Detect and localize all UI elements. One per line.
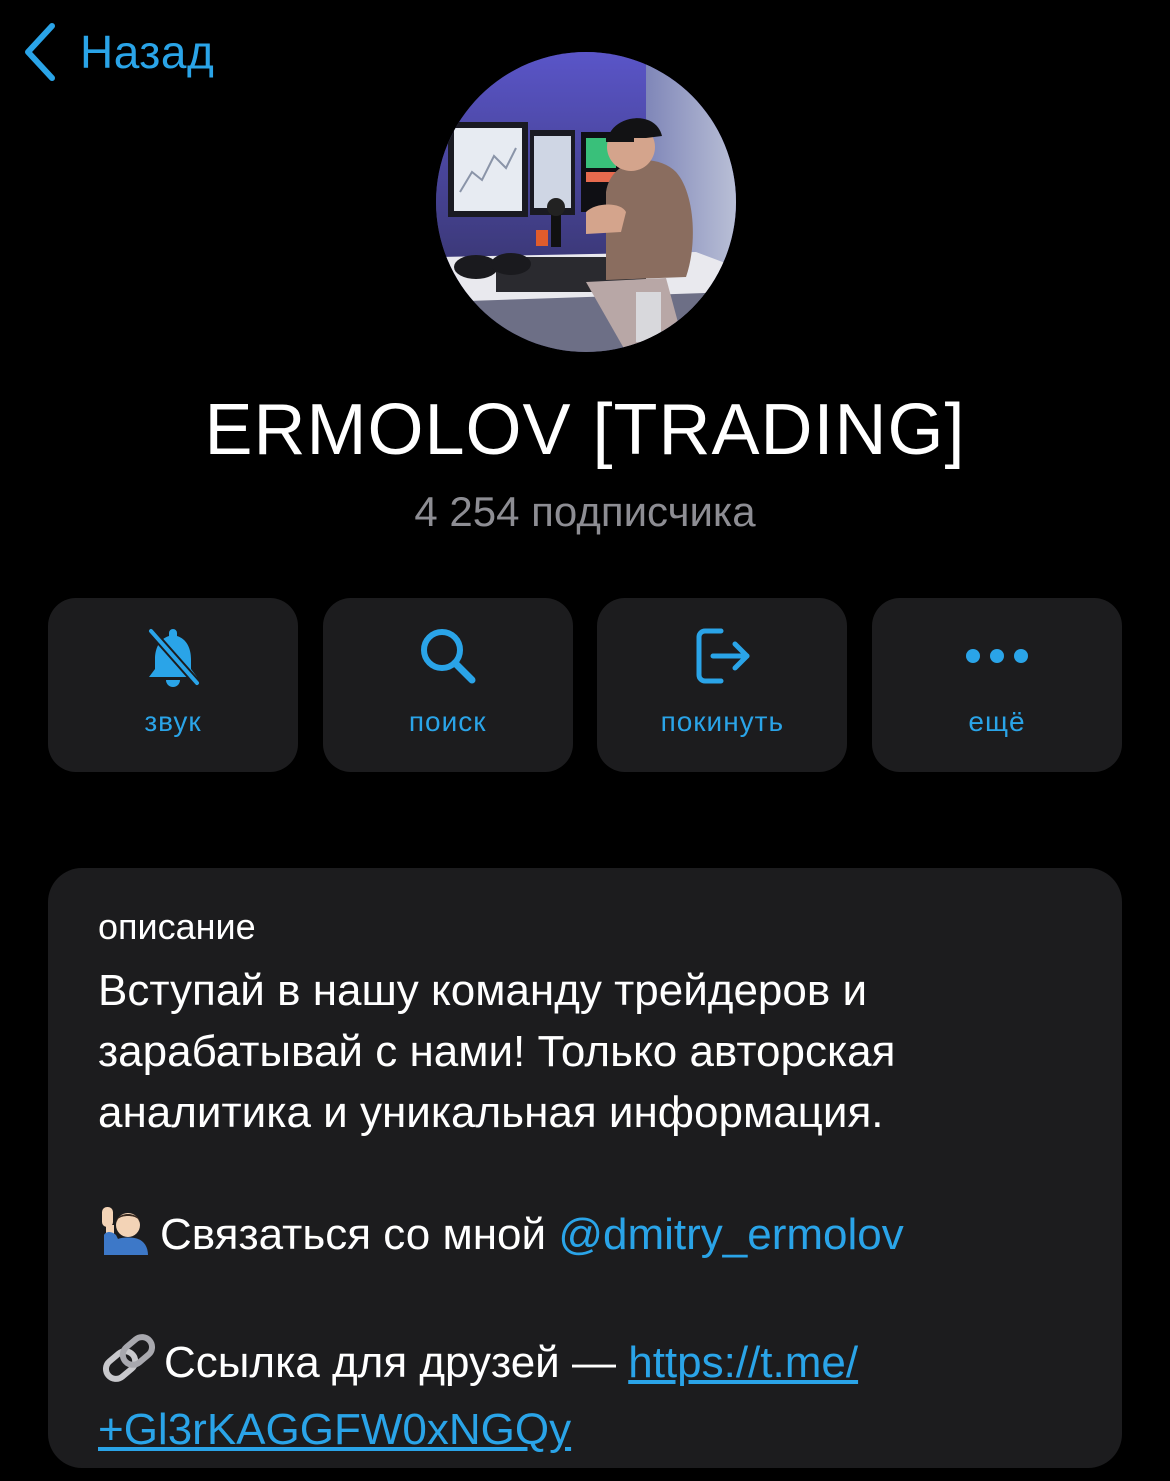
description-line: Вступай в нашу команду трейдеров и xyxy=(98,966,868,1015)
contact-handle-link[interactable]: @dmitry_ermolov xyxy=(558,1210,903,1259)
more-button[interactable]: ещё xyxy=(871,598,1122,772)
back-label: Назад xyxy=(80,26,215,78)
search-button[interactable]: поиск xyxy=(322,598,573,772)
description-card: описание Вступай в нашу команду трейдеро… xyxy=(48,868,1122,1468)
channel-info-screen: Назад ERMOLOV [TRADING] 4 254 подписчика… xyxy=(0,0,1170,1481)
leave-button[interactable]: покинуть xyxy=(597,598,848,772)
channel-avatar[interactable] xyxy=(436,52,736,352)
person-raising-hand-icon xyxy=(98,1205,156,1271)
description-heading: описание xyxy=(98,906,256,947)
friends-line: Ссылка для друзей — https://t.me/ xyxy=(98,1332,1088,1399)
search-icon xyxy=(417,625,479,692)
leave-icon xyxy=(691,625,753,692)
channel-title: ERMOLOV [TRADING] xyxy=(204,390,966,470)
friends-link-part2[interactable]: +Gl3rKAGGFW0xNGQy xyxy=(98,1405,571,1454)
leave-label: покинуть xyxy=(660,706,785,737)
friends-link[interactable]: https://t.me/ xyxy=(628,1338,858,1387)
chevron-left-icon xyxy=(22,22,58,82)
mute-button[interactable]: звук xyxy=(48,598,298,772)
friends-text: Ссылка для друзей — xyxy=(164,1338,629,1387)
mute-label: звук xyxy=(144,706,202,737)
search-label: поиск xyxy=(408,706,487,737)
description-text: Вступай в нашу команду трейдеров и зараб… xyxy=(98,960,1088,1460)
description-line: аналитика и уникальная информация. xyxy=(98,1088,884,1137)
subscriber-count: 4 254 подписчика xyxy=(414,488,756,535)
bell-slash-icon xyxy=(143,625,203,692)
action-bar: звук поиск покинуть ещё xyxy=(48,598,1122,772)
contact-line: Связаться со мной @dmitry_ermolov xyxy=(98,1204,1088,1271)
contact-text: Связаться со мной xyxy=(160,1210,559,1259)
friends-link-continued: +Gl3rKAGGFW0xNGQy xyxy=(98,1399,1088,1460)
back-button[interactable]: Назад xyxy=(22,20,214,84)
description-line: зарабатывай с нами! Только авторская xyxy=(98,1027,896,1076)
link-icon xyxy=(98,1333,160,1399)
more-label: ещё xyxy=(968,706,1026,737)
more-dots-icon xyxy=(964,646,1030,671)
